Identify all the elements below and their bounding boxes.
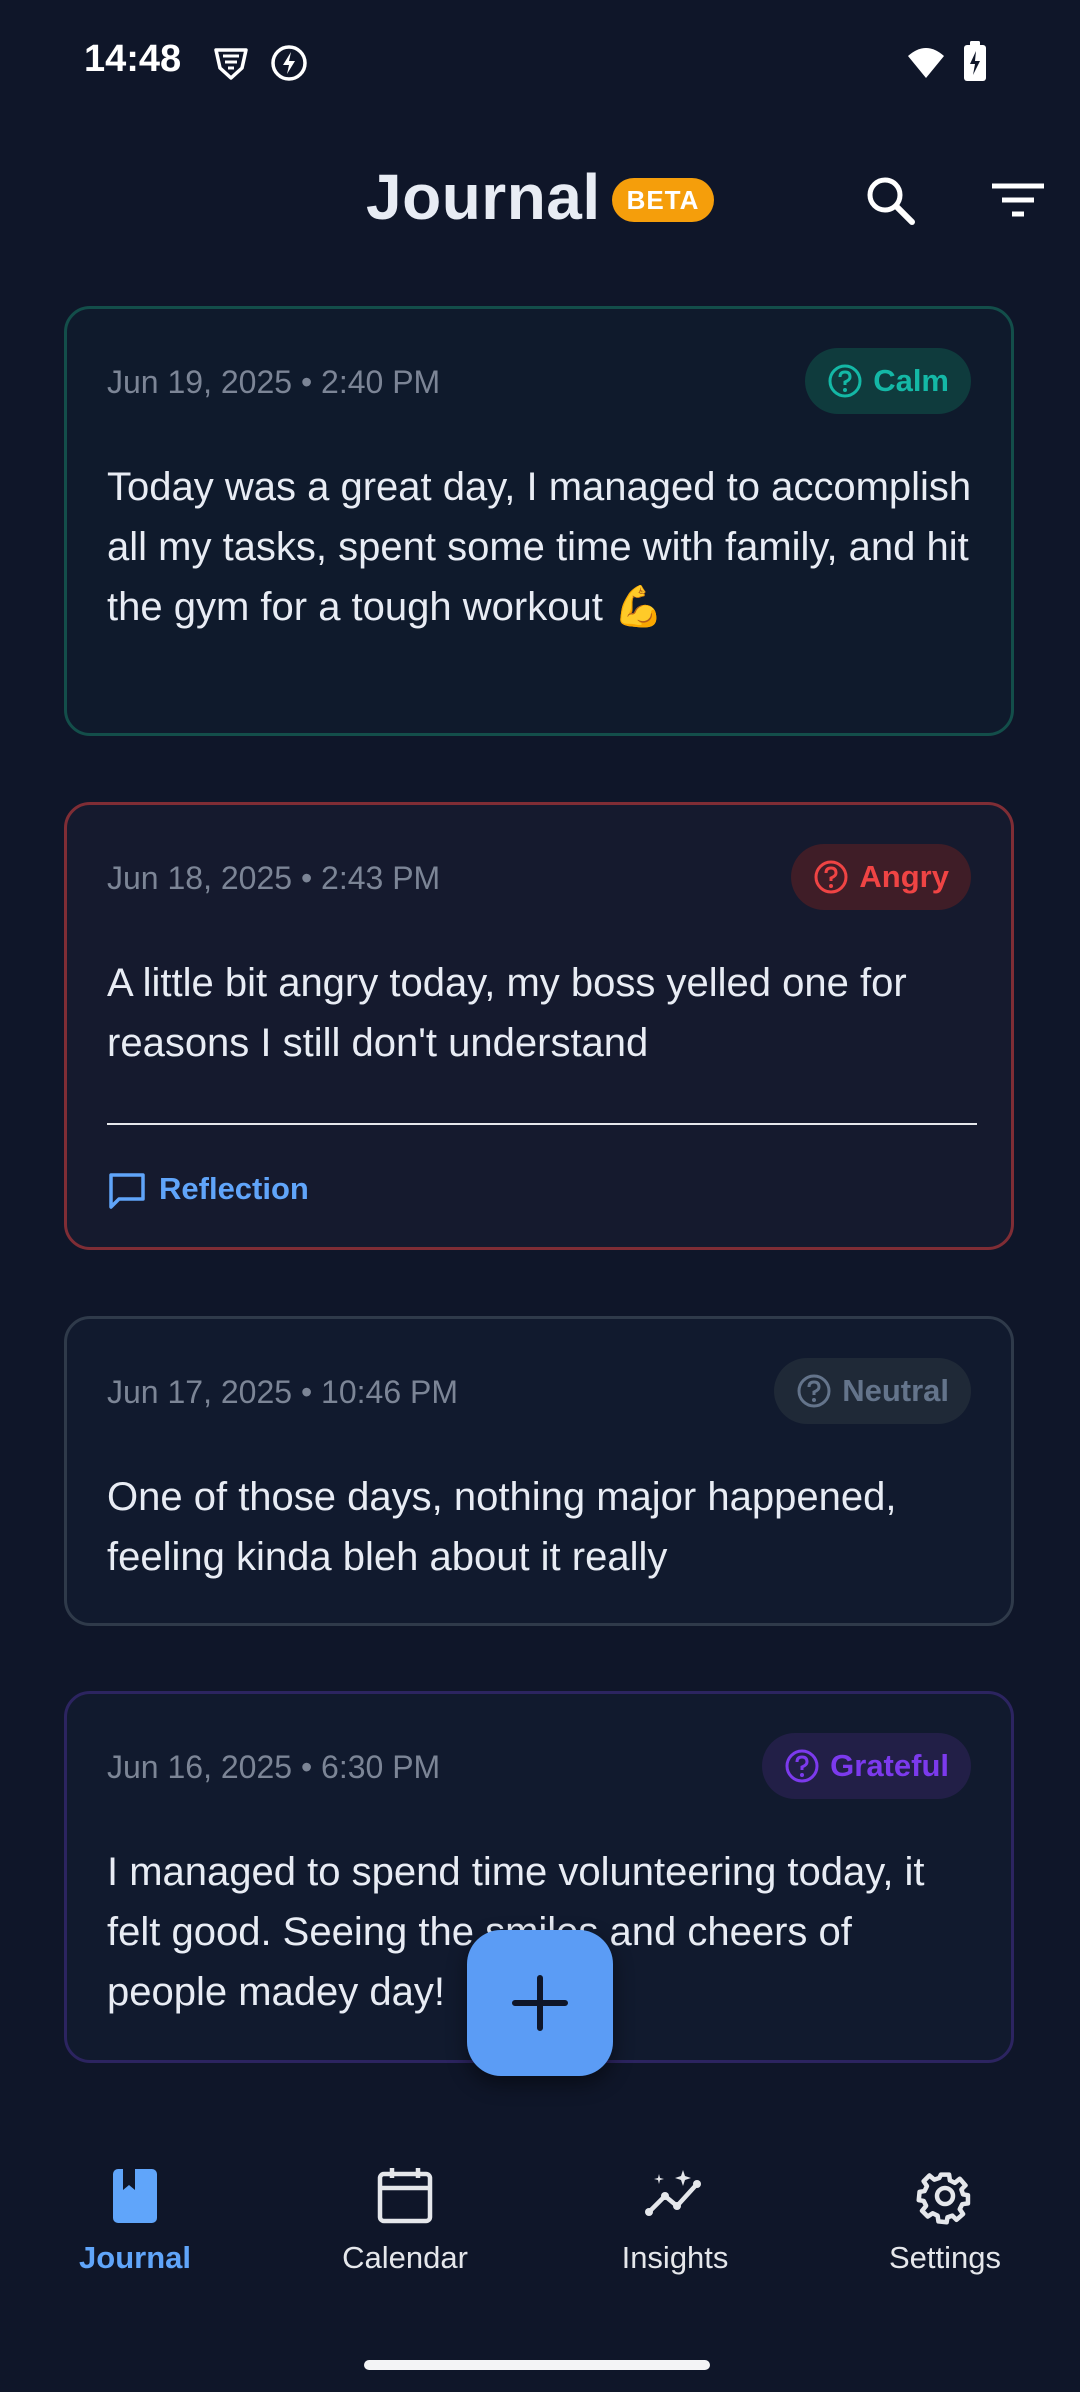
nav-label: Journal bbox=[79, 2240, 191, 2275]
beta-badge: BETA bbox=[612, 178, 714, 222]
reflection-link[interactable]: Reflection bbox=[107, 1169, 367, 1213]
mood-badge-neutral: Neutral bbox=[774, 1358, 971, 1424]
entry-text: A little bit angry today, my boss yelled… bbox=[107, 961, 907, 1065]
nav-item-settings[interactable]: Settings bbox=[810, 2166, 1080, 2306]
mood-badge-grateful: Grateful bbox=[762, 1733, 971, 1799]
nav-item-calendar[interactable]: Calendar bbox=[270, 2166, 540, 2306]
mood-label: Calm bbox=[873, 363, 949, 398]
divider bbox=[107, 1123, 977, 1125]
entry-date: Jun 18, 2025 • 2:43 PM bbox=[107, 860, 441, 896]
mood-badge-angry: Angry bbox=[791, 844, 971, 910]
journal-entry-card[interactable]: Jun 19, 2025 • 2:40 PM Calm Today was a … bbox=[64, 306, 1014, 736]
entry-text: One of those days, nothing major happene… bbox=[107, 1475, 897, 1579]
vpn-shield-icon bbox=[214, 48, 248, 80]
gear-icon bbox=[916, 2172, 971, 2225]
mood-label: Neutral bbox=[842, 1373, 949, 1408]
journal-entry-card[interactable]: Jun 18, 2025 • 2:43 PM Angry A little bi… bbox=[64, 802, 1014, 1250]
battery-charging-icon bbox=[964, 41, 986, 81]
entry-text: Today was a great day, I managed to acco… bbox=[107, 465, 972, 629]
status-bar: 14:48 bbox=[0, 0, 1080, 120]
book-icon bbox=[113, 2169, 157, 2223]
status-time: 14:48 bbox=[84, 38, 182, 80]
question-circle-icon bbox=[797, 1374, 831, 1408]
filter-button[interactable] bbox=[982, 164, 1054, 236]
bottom-navigation: Journal Calendar Insights Settings bbox=[0, 2126, 1080, 2316]
page-title: Journal bbox=[366, 161, 601, 233]
filter-icon bbox=[992, 183, 1044, 217]
search-button[interactable] bbox=[854, 164, 926, 236]
nav-item-journal[interactable]: Journal bbox=[0, 2166, 270, 2306]
plus-icon bbox=[512, 1975, 568, 2031]
entry-date: Jun 19, 2025 • 2:40 PM bbox=[107, 364, 441, 400]
mood-label: Grateful bbox=[830, 1748, 949, 1783]
question-circle-icon bbox=[785, 1749, 819, 1783]
question-circle-icon bbox=[828, 364, 862, 398]
nav-item-insights[interactable]: Insights bbox=[540, 2166, 810, 2306]
reflection-label: Reflection bbox=[159, 1171, 309, 1206]
mood-label: Angry bbox=[859, 859, 949, 894]
question-circle-icon bbox=[814, 860, 848, 894]
flash-icon bbox=[271, 45, 307, 81]
nav-label: Calendar bbox=[342, 2240, 468, 2275]
calendar-icon bbox=[377, 2168, 433, 2224]
search-icon bbox=[867, 177, 915, 225]
entry-date: Jun 17, 2025 • 10:46 PM bbox=[107, 1374, 458, 1410]
app-header: Journal BETA bbox=[0, 150, 1080, 250]
nav-label: Settings bbox=[888, 2240, 1001, 2275]
wifi-icon bbox=[908, 48, 944, 78]
nav-label: Insights bbox=[621, 2240, 729, 2275]
entry-date: Jun 16, 2025 • 6:30 PM bbox=[107, 1749, 441, 1785]
new-entry-button[interactable] bbox=[467, 1930, 613, 2076]
comment-icon bbox=[109, 1173, 145, 1209]
insights-icon bbox=[645, 2170, 701, 2216]
journal-entry-card[interactable]: Jun 17, 2025 • 10:46 PM Neutral One of t… bbox=[64, 1316, 1014, 1626]
journal-screen: 14:48 Journal BETA Jun 19, 2025 • 2:40 P… bbox=[0, 0, 1080, 2392]
home-indicator[interactable] bbox=[364, 2360, 710, 2370]
mood-badge-calm: Calm bbox=[805, 348, 971, 414]
